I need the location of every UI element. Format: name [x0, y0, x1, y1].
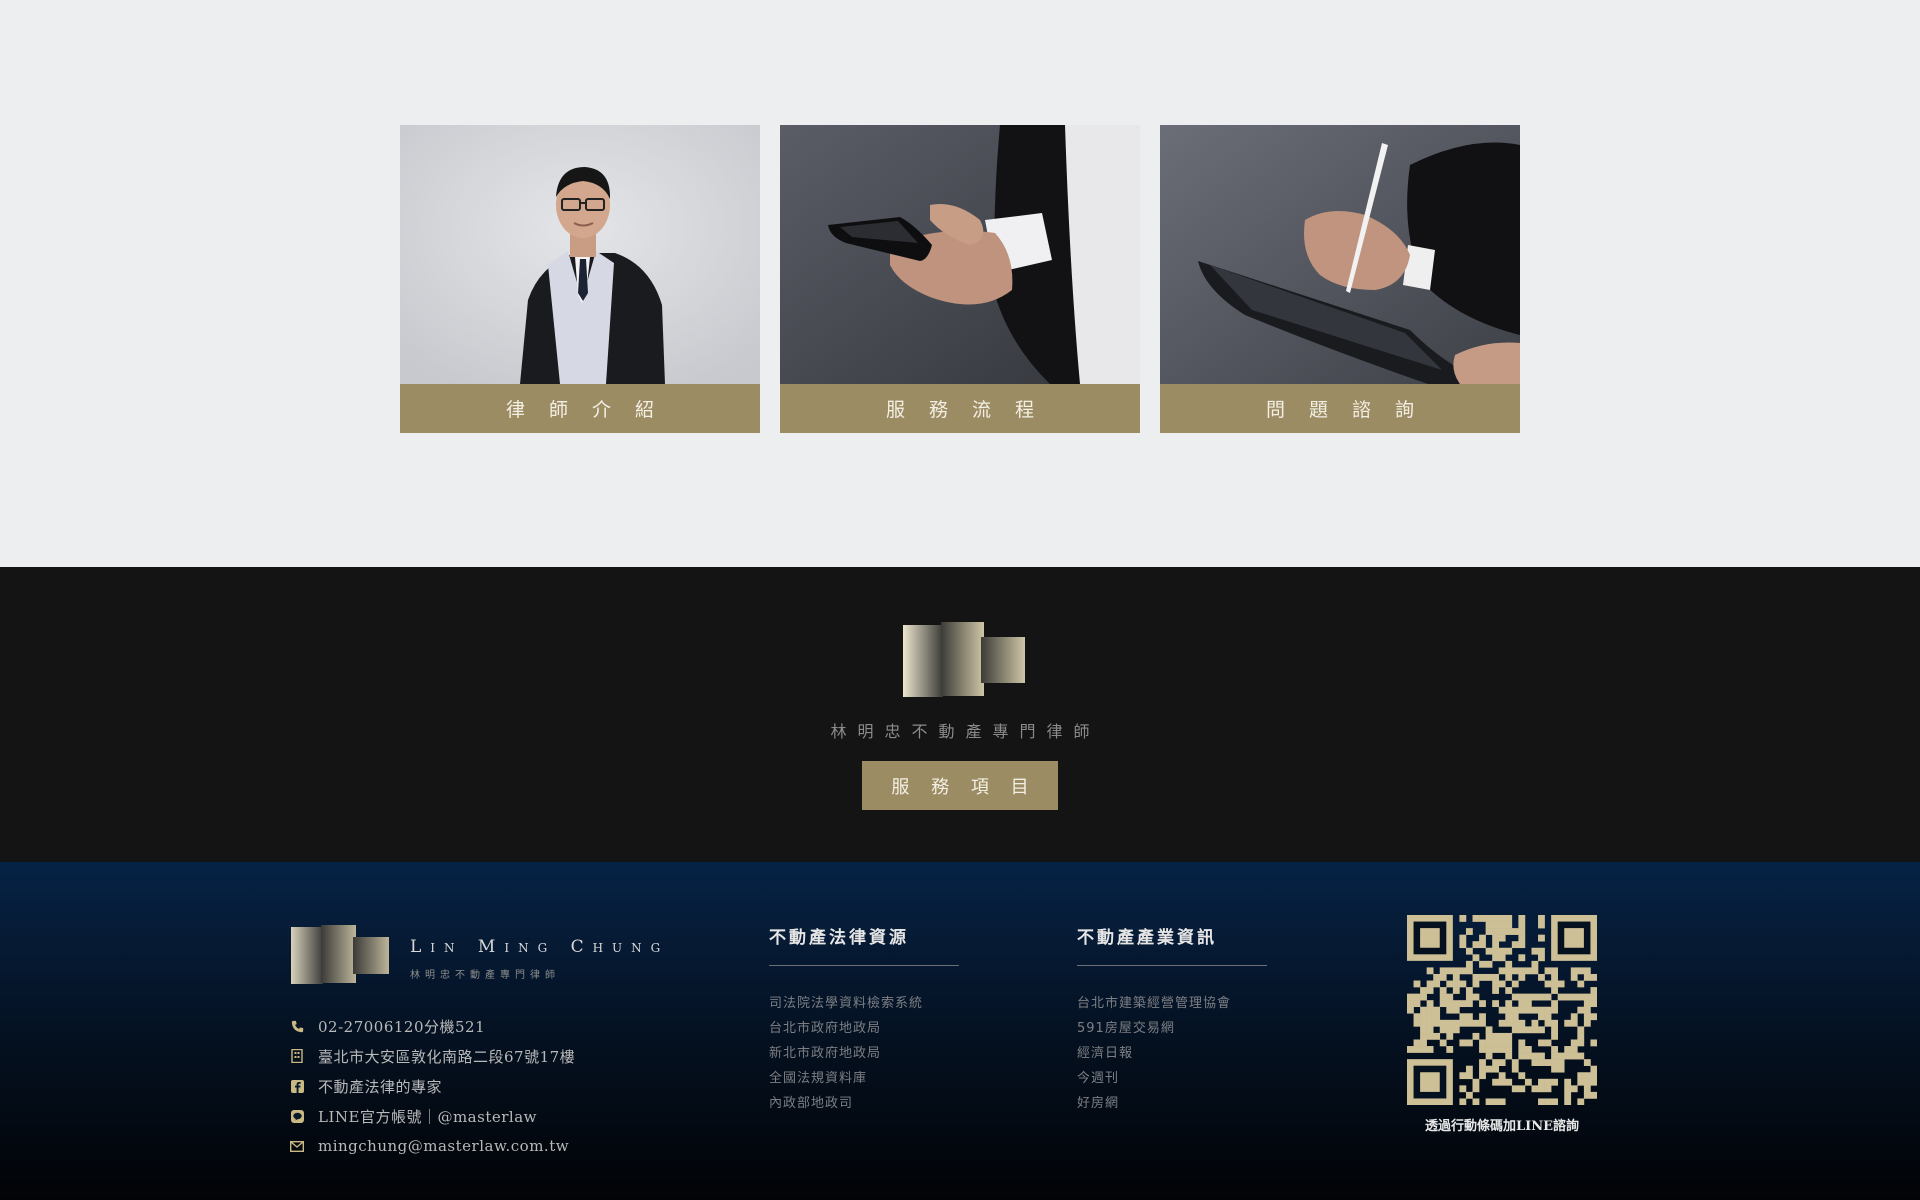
- footer-logo-icon[interactable]: [291, 925, 389, 985]
- qr-caption: 透過行動條碼加LINE諮詢: [1424, 1119, 1579, 1134]
- industry-info-link[interactable]: 經濟日報: [1077, 1042, 1133, 1061]
- phone-hands-image: [780, 125, 1140, 384]
- contact-text: LINE官方帳號｜@masterlaw: [318, 1107, 537, 1126]
- site-footer: [0, 862, 1920, 1200]
- contact-text: 不動產法律的專家: [318, 1077, 443, 1096]
- legal-resources-divider: [769, 965, 959, 966]
- brand-band: [0, 567, 1920, 862]
- lawyer-portrait-image: [400, 125, 760, 384]
- band-title: 林明忠不動產專門律師: [830, 722, 1101, 741]
- card-label: 問 題 諮 詢: [1265, 399, 1424, 421]
- line-qr-code: [1407, 915, 1597, 1105]
- footer-brand-name-zh: 林明忠不動產專門律師: [410, 970, 560, 981]
- card-label: 服 務 流 程: [885, 399, 1044, 421]
- tablet-pen-image: [1160, 125, 1520, 384]
- building-icon: [290, 1049, 304, 1063]
- legal-resource-link[interactable]: 內政部地政司: [769, 1092, 853, 1111]
- legal-resources-heading: 不動產法律資源: [769, 928, 909, 948]
- services-button[interactable]: 服 務 項 目: [862, 761, 1058, 810]
- contact-text: 02-27006120分機521: [318, 1017, 486, 1036]
- contact-phone[interactable]: 02-27006120分機521: [290, 1015, 485, 1037]
- brand-logo-icon: [903, 622, 1025, 697]
- card-lawyer-intro[interactable]: 律 師 介 紹: [400, 125, 760, 433]
- phone-icon: [290, 1019, 304, 1033]
- legal-resource-link[interactable]: 新北市政府地政局: [769, 1042, 881, 1061]
- contact-address: 臺北市大安區敦化南路二段67號17樓: [290, 1045, 575, 1067]
- card-label-bar: 律 師 介 紹: [400, 384, 760, 433]
- industry-info-heading: 不動產產業資訊: [1077, 928, 1217, 948]
- line-icon: [290, 1109, 304, 1123]
- contact-email[interactable]: mingchung@masterlaw.com.tw: [290, 1135, 569, 1157]
- legal-resource-link[interactable]: 台北市政府地政局: [769, 1017, 881, 1036]
- card-label: 律 師 介 紹: [505, 399, 664, 421]
- industry-info-divider: [1077, 965, 1267, 966]
- legal-resource-link[interactable]: 司法院法學資料檢索系統: [769, 992, 923, 1011]
- industry-info-link[interactable]: 好房網: [1077, 1092, 1119, 1111]
- card-consultation[interactable]: 問 題 諮 詢: [1160, 125, 1520, 433]
- contact-text: mingchung@masterlaw.com.tw: [318, 1137, 570, 1155]
- facebook-icon: [290, 1079, 304, 1093]
- card-service-process[interactable]: 服 務 流 程: [780, 125, 1140, 433]
- contact-facebook[interactable]: 不動產法律的專家: [290, 1075, 442, 1097]
- footer-brand-name-en: Lin Ming Chung: [410, 937, 670, 957]
- mail-icon: [290, 1139, 304, 1153]
- card-label-bar: 服 務 流 程: [780, 384, 1140, 433]
- card-label-bar: 問 題 諮 詢: [1160, 384, 1520, 433]
- industry-info-link[interactable]: 今週刊: [1077, 1067, 1119, 1086]
- contact-line[interactable]: LINE官方帳號｜@masterlaw: [290, 1105, 537, 1127]
- industry-info-link[interactable]: 591房屋交易網: [1077, 1017, 1175, 1036]
- legal-resource-link[interactable]: 全國法規資料庫: [769, 1067, 867, 1086]
- contact-text: 臺北市大安區敦化南路二段67號17樓: [318, 1047, 576, 1066]
- industry-info-link[interactable]: 台北市建築經營管理協會: [1077, 992, 1231, 1011]
- services-button-label: 服 務 項 目: [891, 776, 1037, 798]
